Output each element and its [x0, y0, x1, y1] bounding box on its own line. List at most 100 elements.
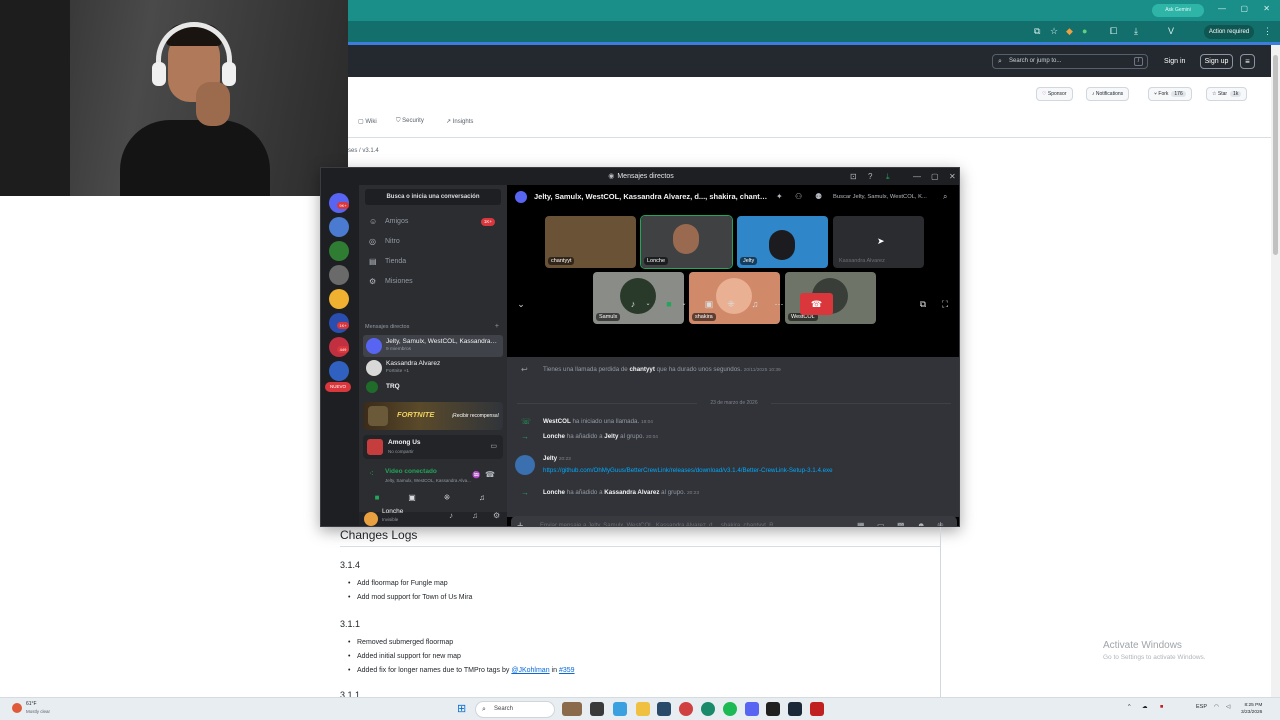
noise-suppression-icon[interactable]: ♒ — [472, 471, 481, 479]
video-tile-chantyyt[interactable]: chantyyt — [545, 216, 636, 268]
task-view-icon[interactable] — [562, 702, 582, 716]
chrome-icon[interactable] — [679, 702, 693, 716]
taskbar-search[interactable]: ⌕ Search — [475, 701, 555, 718]
disconnect-call-button[interactable]: ☎ — [800, 293, 833, 315]
app-icon[interactable] — [590, 702, 604, 716]
scrollbar-thumb[interactable] — [1273, 55, 1278, 255]
bookmark-star-icon[interactable]: ☆ — [1050, 26, 1058, 37]
app-icon[interactable] — [766, 702, 780, 716]
pr-link[interactable]: #359 — [559, 667, 575, 674]
settings-gear-icon[interactable]: ⚙ — [493, 511, 500, 520]
sign-up-button[interactable]: Sign up — [1200, 54, 1233, 69]
page-scrollbar[interactable] — [1271, 45, 1280, 697]
gif-icon[interactable]: ▭ — [877, 516, 885, 526]
headset-icon[interactable]: ♫ — [472, 511, 478, 520]
server-icon[interactable] — [329, 361, 349, 381]
star-button[interactable]: ☆ Star 1k — [1206, 87, 1248, 101]
extension-2-icon[interactable]: ● — [1082, 26, 1087, 36]
minimize-icon[interactable]: — — [1218, 4, 1226, 13]
inbox-icon[interactable]: ⊡ — [850, 168, 857, 185]
download-link[interactable]: https://github.com/OhMyGuus/BetterCrewLi… — [543, 467, 833, 474]
fork-button[interactable]: ⑂ Fork 176 — [1148, 87, 1192, 101]
video-tile-kassandra[interactable]: Kassandra Alvarez ➤ — [833, 216, 924, 268]
sponsor-button[interactable]: ♡ Sponsor — [1036, 87, 1073, 101]
discord-taskbar-icon[interactable] — [745, 702, 759, 716]
fullscreen-icon[interactable]: ⛶ — [937, 296, 953, 312]
update-download-icon[interactable]: ⤓ — [886, 168, 890, 185]
clock[interactable]: 8:25 PM 3/23/2026 — [1241, 702, 1262, 716]
app-icon[interactable] — [657, 702, 671, 716]
fortnite-promo[interactable]: FORTNITE ¡Recibir recompensa! — [363, 402, 503, 430]
tray-icon[interactable]: ☁ — [1142, 704, 1148, 710]
add-attachment-icon[interactable]: + — [517, 516, 523, 526]
camera-button[interactable]: ■ — [363, 491, 391, 505]
dm-item-trq[interactable]: TRQ — [363, 379, 503, 395]
soundboard-button[interactable]: ♫ — [468, 491, 496, 505]
tray-icon[interactable]: ■ — [1160, 704, 1163, 710]
sticker-icon[interactable]: ▩ — [897, 516, 905, 526]
discord-minimize-icon[interactable]: — — [913, 168, 921, 185]
steam-icon[interactable] — [788, 702, 802, 716]
sign-in-link[interactable]: Sign in — [1164, 54, 1185, 69]
tab-security[interactable]: ⛉ Security — [396, 118, 424, 125]
server-icon[interactable] — [329, 241, 349, 261]
user-avatar[interactable] — [364, 512, 378, 526]
extensions-puzzle-icon[interactable]: ⧠ — [1110, 26, 1117, 37]
extension-icon[interactable]: ◆ — [1066, 26, 1073, 37]
call-starter[interactable]: WestCOL — [543, 418, 571, 425]
jelty-avatar[interactable] — [515, 455, 535, 475]
add-friends-icon[interactable]: ⚇ — [795, 185, 802, 209]
gift-icon[interactable]: ▦ — [857, 516, 865, 526]
windows-start-icon[interactable]: ⊞ — [457, 703, 469, 715]
find-conversation-button[interactable]: Busca o inicia una conversación — [365, 189, 501, 205]
camera-icon[interactable]: ■ — [659, 296, 679, 312]
adder-name[interactable]: Lonche — [543, 489, 565, 496]
more-options-icon[interactable]: ⋯ — [771, 296, 787, 312]
apps-icon[interactable]: ⁜ — [937, 516, 944, 526]
maximize-icon[interactable]: ▢ — [1240, 4, 1248, 13]
tab-insights[interactable]: ↗ Insights — [446, 118, 473, 125]
video-tile-lonche[interactable]: Lonche — [640, 215, 733, 269]
stream-screen-icon[interactable]: ▭ — [490, 442, 497, 450]
server-icon[interactable] — [329, 265, 349, 285]
nav-shop[interactable]: ▤ Tienda — [365, 253, 501, 271]
collapse-chevron-icon[interactable]: ⌄ — [515, 296, 527, 312]
nav-friends[interactable]: ☺ Amigos 1K+ — [365, 213, 501, 231]
activities-button[interactable]: ⁜ — [433, 491, 461, 505]
server-icon[interactable] — [329, 289, 349, 309]
soundboard-icon[interactable]: ♫ — [747, 296, 763, 312]
popout-icon[interactable]: ⧉ — [915, 296, 931, 312]
create-dm-icon[interactable]: + — [495, 323, 499, 330]
screen-share-icon[interactable]: ▣ — [701, 296, 717, 312]
dm-item-kassandra[interactable]: Kassandra Alvarez Fortnite +1 — [363, 357, 503, 379]
missed-name[interactable]: chantyyt — [629, 366, 654, 373]
gemini-button[interactable]: Ask Gemini — [1152, 4, 1204, 17]
edge-icon[interactable] — [613, 702, 627, 716]
emoji-icon[interactable]: ☻ — [917, 516, 925, 526]
notifications-button[interactable]: ♪ Notifications — [1086, 87, 1130, 101]
jelty-name[interactable]: Jelty — [543, 455, 557, 462]
github-search-input[interactable]: ⌕ Search or jump to... / — [992, 54, 1148, 69]
claim-reward-button[interactable]: ¡Recibir recompensa! — [451, 409, 499, 423]
hamburger-menu-icon[interactable]: ≡ — [1240, 54, 1255, 69]
tab-wiki[interactable]: ▢ Wiki — [358, 118, 377, 125]
dm-item-group[interactable]: Jelty, Samulx, WestCOL, Kassandra Alvare… — [363, 335, 503, 357]
members-icon[interactable]: ⚉ — [815, 185, 822, 209]
call-search-input[interactable]: Buscar Jelty, Samulx, WestCOL, K... — [833, 190, 955, 204]
spotify-icon[interactable] — [723, 702, 737, 716]
volume-icon[interactable]: ◁ — [1226, 704, 1230, 710]
action-required-button[interactable]: Action required — [1204, 25, 1254, 39]
app-icon[interactable] — [810, 702, 824, 716]
tray-chevron-icon[interactable]: ^ — [1128, 704, 1131, 710]
microphone-icon[interactable]: ♪ — [449, 511, 453, 520]
profile-avatar[interactable]: V — [1168, 26, 1174, 36]
chrome-profile-icon[interactable] — [701, 702, 715, 716]
activities-icon[interactable]: ⁜ — [723, 296, 739, 312]
discord-maximize-icon[interactable]: ▢ — [931, 168, 939, 185]
breadcrumb[interactable]: ses / v3.1.4 — [348, 148, 379, 154]
discord-close-icon[interactable]: ✕ — [949, 168, 956, 185]
mic-options-chevron-icon[interactable]: ⌄ — [643, 296, 653, 312]
server-icon[interactable] — [329, 217, 349, 237]
user-link[interactable]: @JKohlman — [511, 667, 549, 674]
screen-share-button[interactable]: ▣ — [398, 491, 426, 505]
